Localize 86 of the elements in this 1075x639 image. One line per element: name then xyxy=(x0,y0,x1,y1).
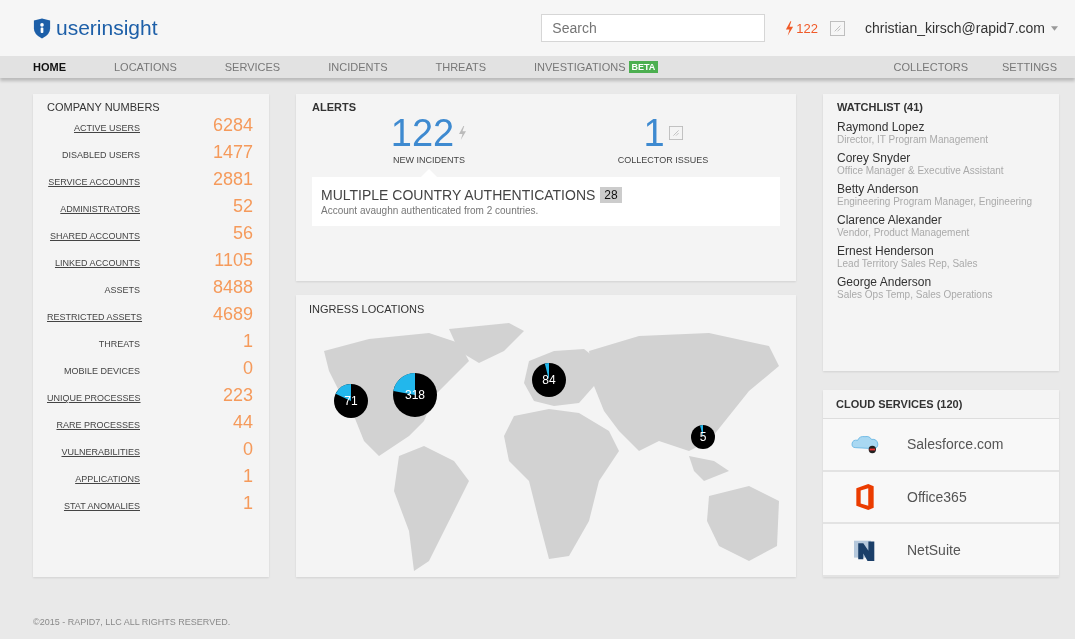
person-name[interactable]: Corey Snyder xyxy=(837,151,1045,165)
cloud-icon xyxy=(850,433,880,456)
person-role: Vendor, Product Management xyxy=(837,227,971,238)
metric-link[interactable]: APPLICATIONS xyxy=(47,474,140,484)
chart-icon[interactable] xyxy=(830,20,846,36)
service-row[interactable]: NetSuite xyxy=(823,524,1059,577)
nav-tab[interactable]: HOME xyxy=(20,56,79,78)
location-marker[interactable]: 5 xyxy=(691,425,715,449)
card-title: WATCHLIST (41) xyxy=(837,101,924,113)
bolt-icon xyxy=(785,20,795,36)
metric-value: 4689 xyxy=(211,304,254,325)
metric-link[interactable]: RARE PROCESSES xyxy=(47,420,140,430)
metric-value: 223 xyxy=(221,385,254,406)
person-name[interactable]: Betty Anderson xyxy=(837,182,1045,196)
nav-tab[interactable]: THREATS xyxy=(422,56,499,78)
person-name[interactable]: Clarence Alexander xyxy=(837,213,1045,227)
metric-value: 1 xyxy=(242,466,254,487)
metric-link[interactable]: SERVICE ACCOUNTS xyxy=(47,177,140,187)
person-role: Lead Territory Sales Rep, Sales xyxy=(837,258,979,269)
location-marker[interactable]: 71 xyxy=(334,384,368,418)
person-role: Engineering Program Manager, Engineering xyxy=(837,196,1034,207)
stat-label: COLLECTOR ISSUES xyxy=(617,155,709,165)
nav-tab[interactable]: INVESTIGATIONS BETA xyxy=(521,56,672,78)
card-title: INGRESS LOCATIONS xyxy=(309,303,426,315)
card-title: COMPANY NUMBERS xyxy=(47,101,161,113)
metric-value: 8488 xyxy=(211,277,254,298)
alert-title: MULTIPLE COUNTRY AUTHENTICATIONS xyxy=(321,187,596,203)
metric-link[interactable]: ACTIVE USERS xyxy=(47,123,140,133)
location-marker[interactable]: 84 xyxy=(532,363,566,397)
stat-label: NEW INCIDENTS xyxy=(393,155,465,165)
bolt-icon xyxy=(458,126,468,140)
metric-value: 1477 xyxy=(211,142,254,163)
metric-label: THREATS xyxy=(97,339,140,349)
person-role: Director, IT Program Management xyxy=(837,134,989,145)
metric-value: 2881 xyxy=(211,169,254,190)
search-field[interactable]: Search xyxy=(541,14,766,42)
service-row[interactable]: Office365 xyxy=(823,471,1059,525)
nav-tab[interactable]: LOCATIONS xyxy=(101,56,190,78)
service-row[interactable]: Salesforce.com xyxy=(823,419,1059,472)
metric-value: 0 xyxy=(242,439,254,460)
service-name: Office365 xyxy=(907,489,967,505)
office-icon xyxy=(854,484,876,510)
nav-tab[interactable]: SERVICES xyxy=(211,56,294,78)
copyright-text: ©2015 - RAPID7, LLC ALL RIGHTS RESERVED. xyxy=(33,617,231,627)
metric-label: MOBILE DEVICES xyxy=(62,366,140,376)
alert-detail[interactable]: MULTIPLE COUNTRY AUTHENTICATIONS 28 Account avaughn authenticated from 2 countries. xyxy=(312,177,780,226)
metric-value: 0 xyxy=(242,358,254,379)
metric-link[interactable]: VULNERABILITIES xyxy=(47,447,140,457)
metric-link[interactable]: RESTRICTED ASSETS xyxy=(47,312,140,322)
metric-value: 1 xyxy=(242,493,254,514)
service-name: NetSuite xyxy=(907,541,961,558)
person-name[interactable]: Ernest Henderson xyxy=(837,244,1045,258)
metric-value: 6284 xyxy=(211,115,254,136)
stat-number: 122 xyxy=(390,113,455,153)
shield-icon xyxy=(33,17,51,39)
nav-tab[interactable]: SETTINGS xyxy=(1000,56,1059,78)
person-role: Office Manager & Executive Assistant xyxy=(837,165,1005,176)
stat-number: 1 xyxy=(643,113,665,153)
metric-label: DISABLED USERS xyxy=(60,150,140,160)
logo-text: userinsight xyxy=(56,16,158,40)
metric-value: 56 xyxy=(231,223,254,244)
alert-description: Account avaughn authenticated from 2 countries. xyxy=(321,205,540,216)
metric-value: 44 xyxy=(231,412,254,433)
metric-link[interactable]: STAT ANOMALIES xyxy=(47,501,140,511)
beta-badge: BETA xyxy=(628,61,659,73)
metric-label: ASSETS xyxy=(103,285,140,295)
service-name: Salesforce.com xyxy=(907,436,1004,453)
card-title: ALERTS xyxy=(312,101,357,113)
metric-link[interactable]: ADMINISTRATORS xyxy=(47,204,140,214)
nav-tab[interactable]: COLLECTORS xyxy=(891,56,970,78)
metric-link[interactable]: LINKED ACCOUNTS xyxy=(47,258,140,268)
nav-tab[interactable]: INCIDENTS xyxy=(315,56,401,78)
metric-value: 1 xyxy=(242,331,254,352)
person-role: Sales Ops Temp, Sales Operations xyxy=(837,289,994,300)
person-name[interactable]: George Anderson xyxy=(837,275,1045,289)
caret-icon xyxy=(1051,25,1058,31)
person-name[interactable]: Raymond Lopez xyxy=(837,120,1045,134)
metric-value: 52 xyxy=(231,196,254,217)
metric-link[interactable]: SHARED ACCOUNTS xyxy=(47,231,140,241)
metric-link[interactable]: UNIQUE PROCESSES xyxy=(47,393,140,403)
chart-icon xyxy=(668,126,683,140)
location-marker[interactable]: 318 xyxy=(393,373,437,417)
island-shape xyxy=(689,456,729,481)
user-menu[interactable]: christian_kirsch@rapid7.com xyxy=(865,20,1058,36)
count-badge: 28 xyxy=(600,187,622,203)
metric-value: 1105 xyxy=(213,250,254,271)
